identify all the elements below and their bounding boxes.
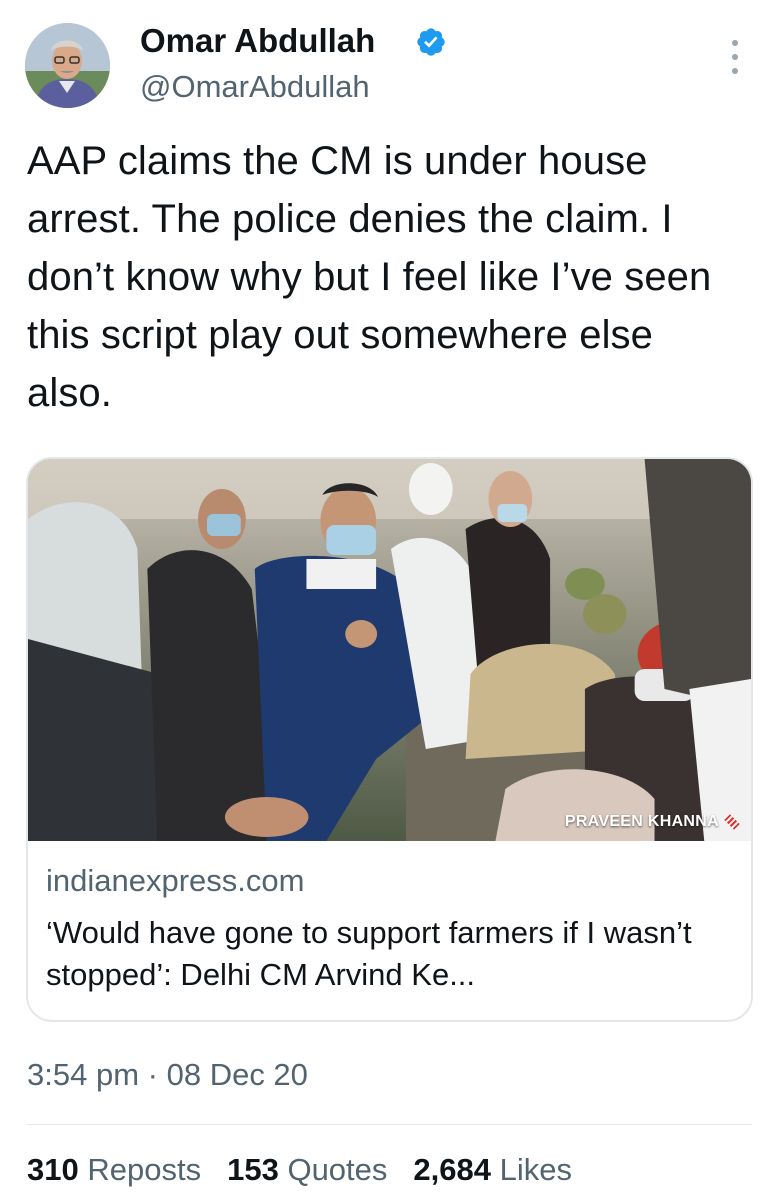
more-dot xyxy=(732,68,738,74)
quotes-stat[interactable]: 153 Quotes xyxy=(227,1152,387,1188)
quotes-count: 153 xyxy=(227,1152,279,1187)
avatar-image xyxy=(25,23,110,108)
publisher-logo-icon xyxy=(725,815,739,829)
tweet-date: 08 Dec 20 xyxy=(166,1057,308,1092)
card-image[interactable]: PRAVEEN KHANNA xyxy=(28,459,751,841)
avatar[interactable] xyxy=(25,23,110,108)
reposts-stat[interactable]: 310 Reposts xyxy=(27,1152,201,1188)
tweet: Omar Abdullah @OmarAbdullah AAP claims t… xyxy=(0,0,779,1200)
link-card[interactable]: PRAVEEN KHANNA indianexpress.com ‘Would … xyxy=(26,457,753,1022)
card-domain: indianexpress.com xyxy=(46,863,305,898)
likes-count: 2,684 xyxy=(413,1152,491,1187)
likes-stat[interactable]: 2,684 Likes xyxy=(413,1152,572,1188)
reposts-label: Reposts xyxy=(87,1152,202,1187)
image-credit-label: PRAVEEN KHANNA xyxy=(564,813,719,830)
timestamp-separator: · xyxy=(147,1057,158,1092)
tweet-text: AAP claims the CM is under house arrest.… xyxy=(27,139,712,415)
author-name[interactable]: Omar Abdullah xyxy=(140,22,375,60)
divider xyxy=(27,1124,752,1125)
tweet-time: 3:54 pm xyxy=(27,1057,140,1092)
more-dot xyxy=(732,54,738,60)
engagement-stats: 310 Reposts 153 Quotes 2,684 Likes xyxy=(27,1152,598,1188)
more-dot xyxy=(732,40,738,46)
verified-badge-icon xyxy=(417,28,445,56)
card-title[interactable]: ‘Would have gone to support farmers if I… xyxy=(46,912,746,996)
likes-label: Likes xyxy=(499,1152,572,1187)
author-handle[interactable]: @OmarAbdullah xyxy=(140,69,370,105)
timestamp[interactable]: 3:54 pm · 08 Dec 20 xyxy=(27,1057,308,1093)
more-options-icon[interactable] xyxy=(726,40,744,74)
card-photo xyxy=(28,459,751,841)
reposts-count: 310 xyxy=(27,1152,79,1187)
image-credit: PRAVEEN KHANNA xyxy=(565,813,739,831)
quotes-label: Quotes xyxy=(287,1152,388,1187)
